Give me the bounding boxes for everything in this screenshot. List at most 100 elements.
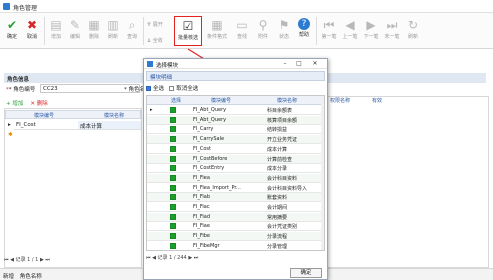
ok-button[interactable]: 确定 [290, 268, 322, 278]
minimize-icon[interactable]: – [280, 60, 290, 68]
row-checkbox[interactable] [157, 242, 187, 250]
module-name-cell: 分录流程 [267, 234, 288, 241]
row-checkbox[interactable] [157, 155, 187, 163]
table-row[interactable]: FI_Fibe 分录流程 [147, 232, 324, 242]
delete-row-button[interactable]: ✕ 删除 [30, 101, 47, 107]
row-checkbox[interactable] [157, 184, 187, 192]
first-record-button[interactable]: ⏮ 第一笔 [319, 16, 339, 46]
row-checkbox[interactable] [157, 174, 187, 182]
reload-button[interactable]: ↻ 刷新 [403, 16, 423, 46]
table-row[interactable]: FI_Fiea_Import_Pr... 会计科目资料导入 [147, 184, 324, 193]
select-all-button[interactable]: 全选 [146, 86, 166, 92]
table-row[interactable]: FI_Fiab 账套资料 [147, 193, 324, 203]
query-button[interactable]: ⌕ 查询 [122, 16, 142, 46]
window-title: 角色管理 [13, 5, 38, 12]
dialog-app-icon [147, 61, 153, 67]
dlg-nav-last-icon[interactable]: ⏭ [192, 255, 199, 261]
app-icon [3, 3, 10, 10]
table-row[interactable]: FI_Fiae 会计凭证类别 [147, 222, 324, 232]
checked-icon [170, 174, 176, 181]
prev-record-button[interactable]: ◀ 上一笔 [340, 16, 360, 46]
table-row[interactable]: FI_Abt_Query 核算项目余额 [147, 115, 324, 125]
maximize-icon[interactable]: □ [294, 60, 304, 68]
row-checkbox[interactable] [157, 136, 187, 143]
module-code-cell: FI_CarrySale [193, 136, 225, 143]
row-checkbox[interactable] [157, 204, 187, 211]
status-left: 新增 [3, 274, 15, 280]
table-row[interactable]: FI_CostBefore 计算前检查 [147, 154, 324, 164]
module-name-cell: 核算项目余额 [267, 117, 298, 124]
add-button[interactable]: ▤ 增加 [46, 16, 66, 46]
row-checkbox[interactable] [157, 116, 187, 124]
print-button[interactable]: ▭ 查线 [232, 16, 252, 46]
table-row[interactable]: FI_FibeMgr 分录管理 [147, 242, 324, 250]
reload-icon: ↻ [407, 18, 419, 32]
table-row[interactable]: FI_Cost 成本计算 [147, 145, 324, 154]
attachment-button[interactable]: ⚲ 附件 [253, 16, 273, 46]
row-checkbox[interactable] [157, 165, 187, 172]
toolbar: ✔ 确定 ✖ 取消 ▤ 增加 ✎ 编辑 ▦ 删除 ▥ 刷新 ⌕ 查询 ⇈ 展开 … [0, 13, 493, 49]
checked-icon [170, 145, 176, 152]
table-row[interactable]: FI_Fiad 常用摘要 [147, 212, 324, 222]
row-checkbox[interactable] [157, 233, 187, 240]
table-row[interactable]: FI_Fiea 会计科目资料 [147, 173, 324, 183]
paperclip-icon: ⚲ [258, 18, 268, 32]
col-module-name: 模块名称 [104, 113, 125, 119]
edit-button[interactable]: ✎ 编辑 [65, 16, 85, 46]
table-row[interactable]: FI_Fiac 会计期间 [147, 203, 324, 212]
batch-check-button[interactable]: ☑ 批量核选 [174, 16, 202, 46]
status-right: 角色名称 [19, 274, 42, 280]
row-checkbox[interactable] [157, 107, 187, 114]
help-icon: ? [298, 18, 310, 30]
col-valid: 有效 [372, 98, 383, 104]
checked-icon [170, 165, 176, 172]
close-icon[interactable]: ✕ [310, 60, 320, 68]
save-button[interactable]: ✔ 确定 [2, 16, 22, 46]
row-checkbox[interactable] [157, 126, 187, 133]
cancel-button[interactable]: ✖ 取消 [22, 16, 42, 46]
cancel-all-button[interactable]: 取消全选 [169, 86, 198, 92]
module-grid [4, 108, 142, 268]
module-name-cell: 会计期间 [267, 205, 288, 211]
checked-icon [170, 155, 176, 162]
condition-format-button[interactable]: ▦ 条件格式 [205, 16, 229, 46]
row-checkbox[interactable] [157, 223, 187, 230]
module-code-cell: FI_Cost [193, 145, 211, 152]
table-row[interactable]: ▸ FI_Abt_Query 科目余额表 [147, 106, 324, 115]
refresh-button[interactable]: ▥ 刷新 [103, 16, 123, 46]
help-button[interactable]: ? 帮助 [294, 16, 314, 46]
row-checkbox[interactable] [157, 145, 187, 153]
checked-icon [170, 204, 176, 210]
module-name-cell: 会计科目资料 [267, 175, 298, 182]
row-checkbox[interactable] [157, 213, 187, 221]
add-row-button[interactable]: + 增加 [6, 101, 23, 107]
check-icon: ✔ [6, 18, 18, 32]
record-navigator: ⏮ ◀ 记录 1 / 1 ▶ ⏭ [4, 257, 50, 263]
next-record-button[interactable]: ▶ 下一笔 [361, 16, 381, 46]
table-cell-name[interactable]: 成本计算 [78, 121, 141, 130]
next-icon: ▶ [366, 18, 376, 32]
delete-button[interactable]: ▦ 删除 [84, 16, 104, 46]
table-cell-code[interactable]: FI_Cost [14, 121, 78, 130]
expand-button[interactable]: ⇈ 展开 [147, 21, 163, 28]
table-icon: ▦ [211, 18, 223, 32]
table-row[interactable]: FI_CarrySale 开立业务凭证 [147, 135, 324, 145]
dialog-module-grid: 选择 模块编号 模块名称 ▸ FI_Abt_Query 科目余额表 FI_Abt_Qu… [146, 95, 325, 251]
module-name-cell: 分录管理 [267, 243, 288, 250]
module-name-cell: 常用摘要 [267, 214, 288, 221]
table-row[interactable]: FI_Carry 结转损益 [147, 125, 324, 135]
dialog-tab-module-detail: 模块明细 [146, 71, 325, 81]
nav-last-icon[interactable]: ⏭ [44, 257, 50, 263]
table-row[interactable]: FI_CostEntry 成本分录 [147, 164, 324, 174]
add-icon: ▤ [50, 18, 62, 32]
close-icon: ✖ [26, 18, 38, 32]
status-button[interactable]: ⚑ 状态 [274, 16, 294, 46]
last-record-button[interactable]: ⏭ 末一笔 [382, 16, 402, 46]
dialog-scrollbar[interactable] [321, 96, 324, 250]
dialog-titlebar: 选择模块 – □ ✕ [144, 59, 327, 69]
module-code-cell: FI_Fiad [193, 213, 210, 220]
role-name-label: * 角色名 [124, 87, 145, 93]
module-code-cell: FI_CostBefore [193, 155, 228, 162]
collapse-button[interactable]: ⇊ 全收 [147, 37, 163, 44]
row-checkbox[interactable] [157, 194, 187, 201]
